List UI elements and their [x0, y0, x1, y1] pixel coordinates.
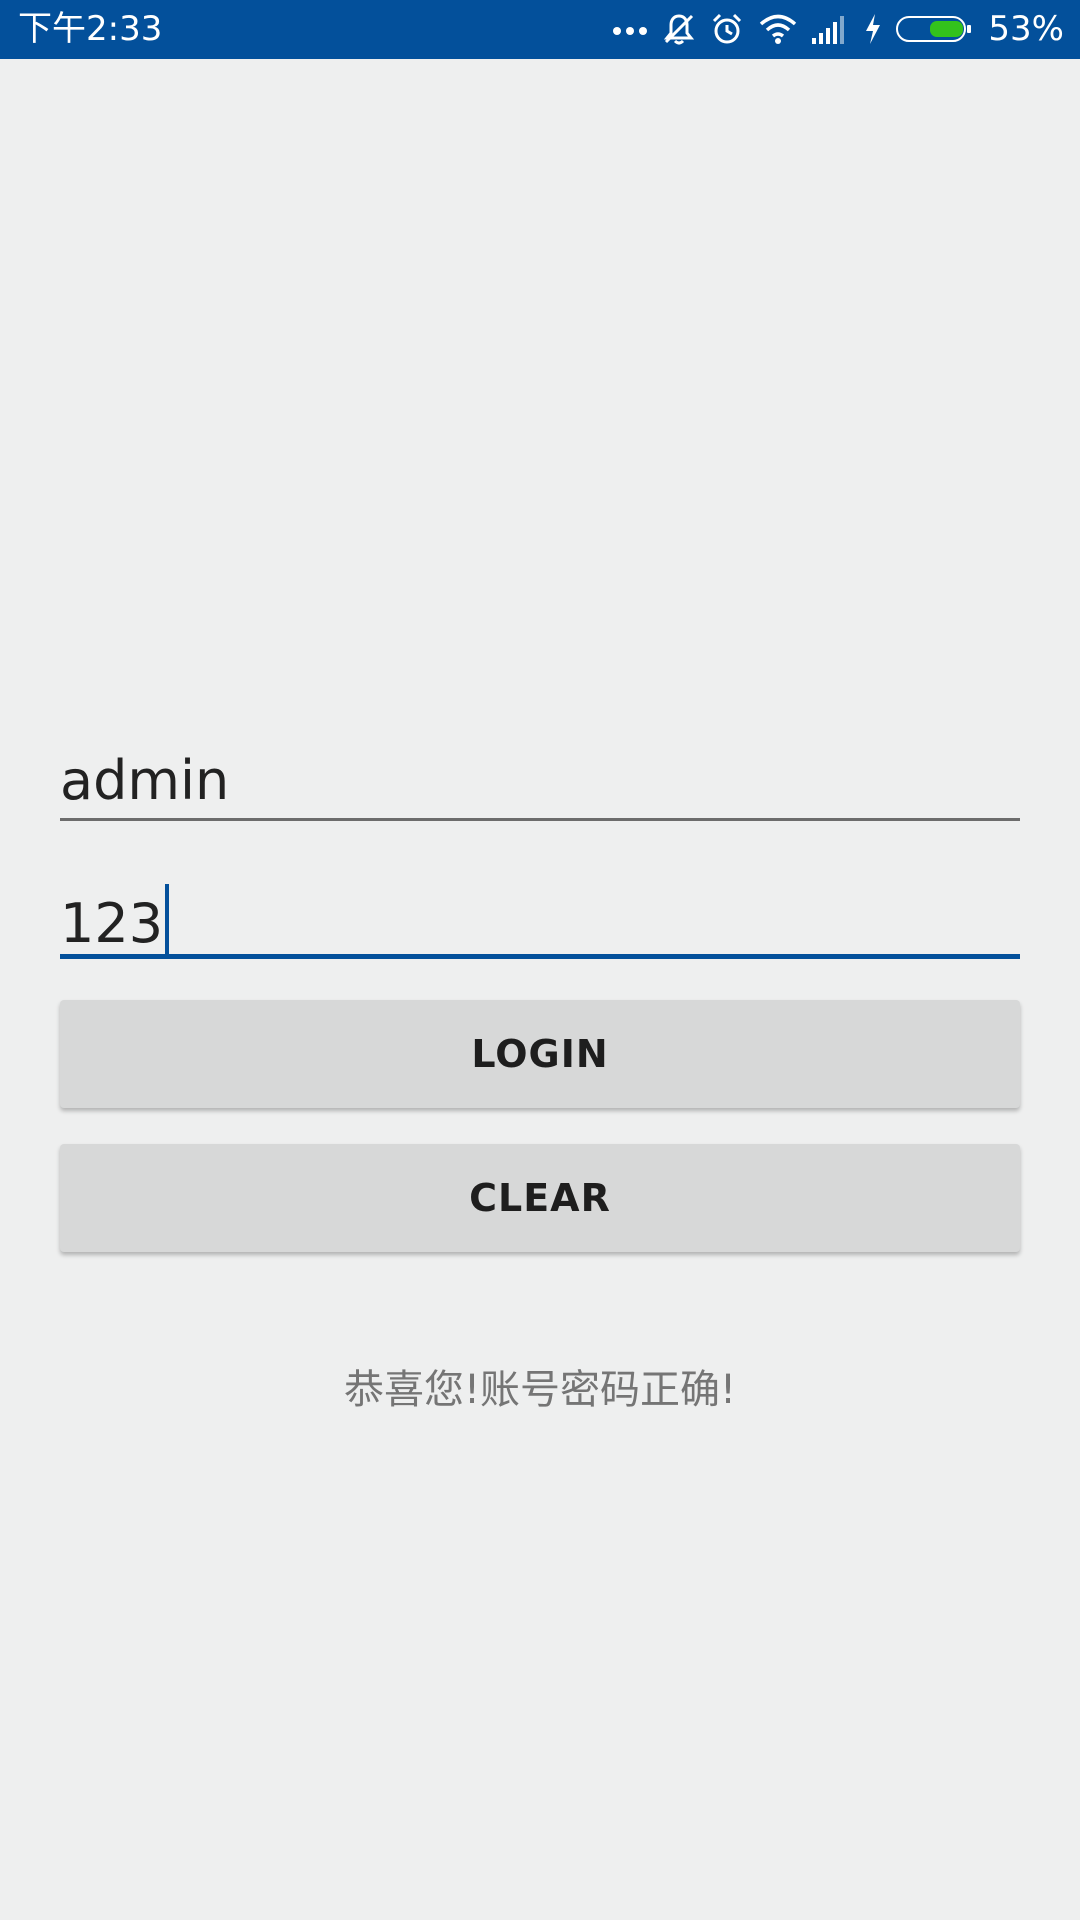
alarm-icon	[710, 12, 744, 46]
battery-level-fill	[930, 21, 964, 37]
text-cursor	[165, 884, 170, 956]
username-underline	[60, 818, 1020, 821]
charging-icon	[864, 13, 882, 45]
status-time: 下午2:33	[18, 9, 163, 49]
login-button[interactable]: LOGIN	[60, 1000, 1020, 1108]
username-field[interactable]: admin	[60, 740, 1020, 824]
username-value: admin	[60, 749, 230, 812]
battery-percent: 53%	[988, 9, 1064, 49]
battery-icon	[896, 16, 972, 42]
status-bar: 下午2:33 53%	[0, 0, 1080, 59]
signal-icon	[812, 14, 850, 44]
result-message: 恭喜您!账号密码正确!	[343, 1367, 737, 1413]
password-value: 123	[60, 892, 164, 955]
login-screen: 下午2:33 53% admin 123 LOGIN CLEAR 恭喜您!账号密…	[0, 0, 1080, 1920]
status-icons: 53%	[612, 8, 1064, 50]
password-field[interactable]: 123	[60, 872, 1020, 962]
clear-button[interactable]: CLEAR	[60, 1144, 1020, 1252]
password-value-wrap: 123	[60, 884, 170, 957]
wifi-icon	[758, 13, 798, 45]
more-dots-icon	[612, 23, 648, 35]
password-underline	[60, 954, 1020, 959]
vibrate-off-icon	[662, 12, 696, 46]
